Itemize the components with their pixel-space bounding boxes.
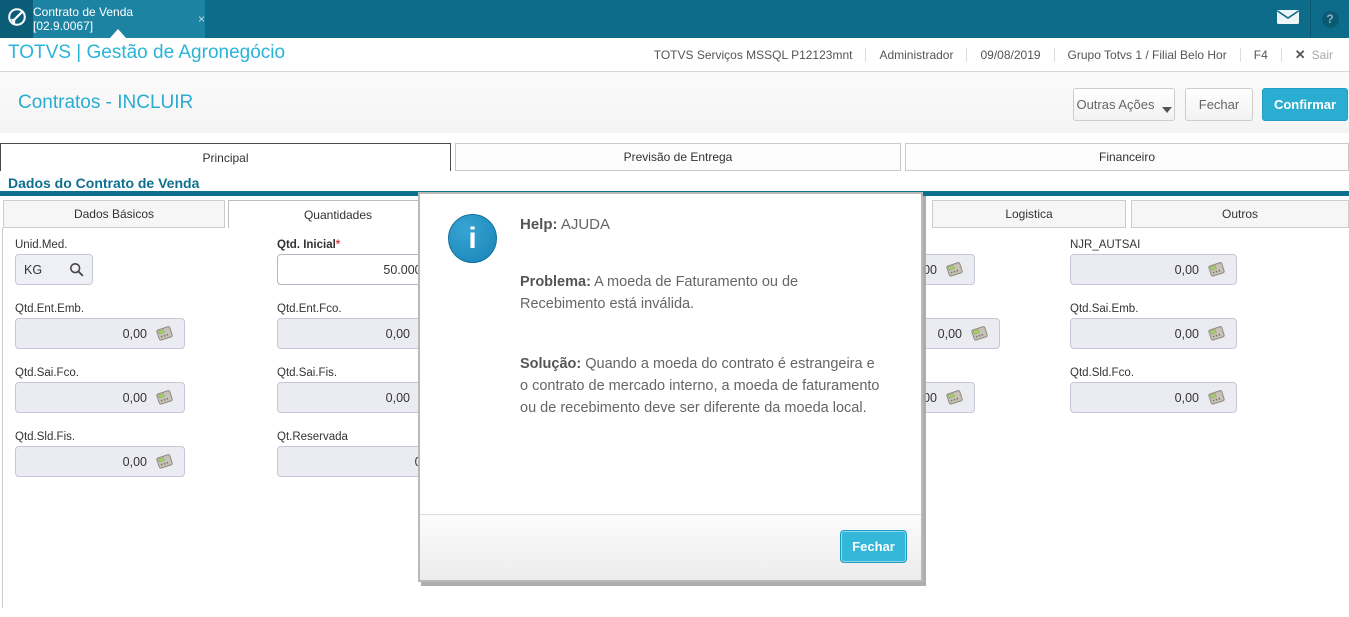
app-window: Contrato de Venda [02.9.0067] × ? TOTVS …: [0, 0, 1349, 617]
toolbar-strip: Contratos - INCLUIR Outras Ações Fechar …: [0, 72, 1349, 133]
qtd-sai-fis-label: Qtd.Sai.Fis.: [277, 367, 338, 379]
panel-left-border: [2, 228, 3, 608]
dialog-title-label: Help:: [520, 216, 558, 233]
logout-label: Sair: [1311, 47, 1333, 62]
required-asterisk: *: [335, 239, 341, 251]
qtd-sai-fco-label: Qtd.Sai.Fco.: [15, 367, 79, 379]
question-mark-icon: ?: [1321, 10, 1339, 28]
qtd-inicial-label: Qtd. Inicial*: [277, 239, 341, 251]
calculator-icon: [1207, 261, 1228, 278]
subtab-quantidades[interactable]: Quantidades: [228, 200, 448, 228]
solucao-text: Solução: Quando a moeda do contrato é es…: [520, 356, 880, 416]
section-title: Dados do Contrato de Venda: [8, 175, 200, 191]
mail-button[interactable]: [1265, 0, 1311, 38]
chevron-down-icon: [1161, 106, 1172, 113]
app-header: TOTVS | Gestão de Agronegócio TOTVS Serv…: [0, 38, 1349, 72]
envelope-icon: [1276, 9, 1300, 30]
calculator-icon: [1207, 389, 1228, 406]
other-actions-button[interactable]: Outras Ações: [1073, 88, 1175, 121]
calculator-icon: [155, 453, 176, 470]
app-menu-button[interactable]: [0, 0, 33, 38]
logout-button[interactable]: ✕ Sair: [1282, 47, 1343, 63]
page-title: Contratos - INCLUIR: [18, 92, 194, 113]
calculator-icon: [155, 325, 176, 342]
qtd-sld-fco-field: 0,00: [1070, 382, 1237, 413]
unid-med-label: Unid.Med.: [15, 239, 68, 251]
qt-reservada-label: Qt.Reservada: [277, 431, 348, 443]
confirm-button[interactable]: Confirmar: [1262, 88, 1348, 121]
qtd-ent-emb-field: 0,00: [15, 318, 185, 349]
dialog-footer: Fechar: [420, 514, 921, 580]
qtd-sai-fco-field: 0,00: [15, 382, 185, 413]
subtab-dados-basicos[interactable]: Dados Básicos: [3, 200, 225, 228]
tab-financeiro[interactable]: Financeiro: [905, 143, 1349, 171]
tab-principal[interactable]: Principal: [0, 143, 451, 171]
help-button[interactable]: ?: [1311, 0, 1349, 38]
calculator-icon: [155, 389, 176, 406]
qtd-sai-emb-field: 0,00: [1070, 318, 1237, 349]
protheus-logo-icon: [6, 6, 28, 33]
qtd-ent-fco-label: Qtd.Ent.Fco.: [277, 303, 342, 315]
problema-text: Problema: A moeda de Faturamento ou de R…: [520, 274, 799, 312]
info-icon: i: [448, 214, 497, 263]
session-info-bar: TOTVS Serviços MSSQL P12123mnt Administr…: [641, 38, 1343, 71]
njr-autsai-field: 0,00: [1070, 254, 1237, 285]
date-label: 09/08/2019: [967, 47, 1055, 62]
njr-autsai-label: NJR_AUTSAI: [1070, 239, 1141, 251]
subtab-logistica[interactable]: Logistica: [932, 200, 1126, 228]
qtd-ent-emb-label: Qtd.Ent.Emb.: [15, 303, 85, 315]
calculator-icon: [945, 261, 966, 278]
unid-med-value: KG: [24, 262, 43, 277]
calculator-icon: [945, 389, 966, 406]
qtd-sld-fco-label: Qtd.Sld.Fco.: [1070, 367, 1134, 379]
qtd-sld-fis-label: Qtd.Sld.Fis.: [15, 431, 76, 443]
environment-label: TOTVS Serviços MSSQL P12123mnt: [641, 47, 867, 62]
dialog-title-value: AJUDA: [560, 216, 611, 233]
close-button[interactable]: Fechar: [1185, 88, 1253, 121]
search-icon[interactable]: [69, 262, 84, 277]
tab-previsao-de-entrega[interactable]: Previsão de Entrega: [455, 143, 901, 171]
branch-label: Grupo Totvs 1 / Filial Belo Hor: [1055, 47, 1241, 62]
other-actions-label: Outras Ações: [1076, 97, 1155, 112]
top-bar: Contrato de Venda [02.9.0067] × ?: [0, 0, 1349, 38]
close-x-icon: ✕: [1294, 46, 1306, 62]
qtd-sai-emb-label: Qtd.Sai.Emb.: [1070, 303, 1139, 315]
calculator-icon: [1207, 325, 1228, 342]
fkey-label: F4: [1241, 47, 1282, 62]
unid-med-field[interactable]: KG: [15, 254, 93, 285]
help-dialog: i Help: AJUDA Problema: A moeda de Fatur…: [418, 192, 923, 582]
qtd-sld-fis-field: 0,00: [15, 446, 185, 477]
active-tab-notch: [110, 29, 126, 38]
dialog-close-button[interactable]: Fechar: [840, 530, 907, 563]
user-label: Administrador: [866, 47, 968, 62]
calculator-icon: [970, 325, 991, 342]
brand-title: TOTVS | Gestão de Agronegócio: [8, 42, 286, 63]
dialog-title: Help: AJUDA: [520, 216, 610, 233]
subtab-outros[interactable]: Outros: [1131, 200, 1349, 228]
window-tab-close-icon[interactable]: ×: [198, 12, 205, 26]
